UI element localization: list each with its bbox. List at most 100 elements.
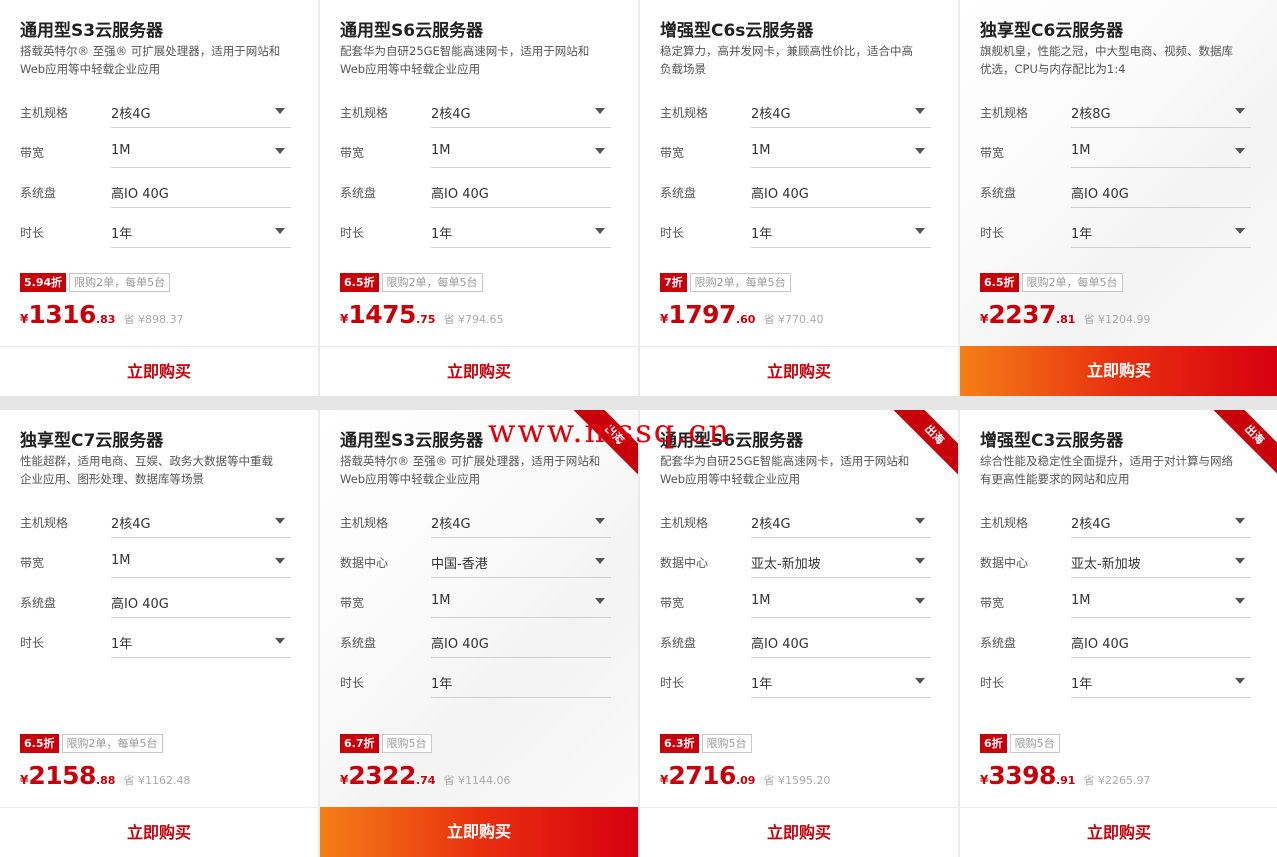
spec-select[interactable]: 2核8G — [1071, 98, 1251, 128]
promo-tags: 5.94折 限购2单，每单5台 — [20, 273, 171, 293]
spec-select[interactable]: 2核4G — [1071, 508, 1251, 538]
spec-select[interactable]: 1年 — [111, 218, 291, 248]
spec-select[interactable]: 1年 — [111, 628, 291, 658]
spec-label: 主机规格 — [660, 516, 709, 530]
spec-row: 系统盘 高IO 40G — [20, 588, 291, 628]
spec-row: 带宽 1M — [340, 138, 611, 178]
promo-tags: 6.7折 限购5台 — [340, 734, 432, 754]
spec-label: 主机规格 — [20, 516, 69, 530]
spec-select[interactable]: 1M — [1071, 138, 1251, 168]
spec-select[interactable]: 1年 — [751, 218, 931, 248]
spec-select[interactable]: 2核4G — [431, 508, 611, 538]
spec-label: 主机规格 — [980, 106, 1029, 120]
spec-label: 时长 — [20, 636, 45, 650]
product-description: 综合性能及稳定性全面提升，适用于对计算与网络有更高性能要求的网站和应用 — [980, 454, 1233, 486]
spec-value: 1M — [111, 553, 131, 568]
spec-value: 1年 — [431, 677, 453, 692]
spec-label: 系统盘 — [340, 186, 377, 200]
price-integer: 2322 — [348, 761, 416, 790]
spec-select[interactable]: 2核4G — [111, 508, 291, 538]
spec-value: 1年 — [431, 227, 453, 242]
savings-text: 省 ¥1162.48 — [123, 774, 191, 787]
spec-select[interactable]: 1M — [751, 138, 931, 168]
buy-now-button[interactable]: 立即购买 — [0, 346, 318, 396]
product-title: 独享型C6云服务器 — [980, 21, 1124, 41]
spec-field: 高IO 40G — [431, 628, 611, 658]
spec-select[interactable]: 2核4G — [751, 98, 931, 128]
spec-row: 带宽 1M — [660, 138, 931, 178]
purchase-limit-badge: 限购2单，每单5台 — [69, 273, 171, 292]
spec-value: 2核4G — [111, 517, 151, 532]
chevron-down-icon — [275, 108, 285, 114]
spec-value: 亚太-新加坡 — [1071, 557, 1141, 572]
spec-select[interactable]: 中国-香港 — [431, 548, 611, 578]
spec-label: 带宽 — [340, 146, 365, 160]
discount-badge: 6.3折 — [660, 734, 699, 753]
product-description: 搭载英特尔® 至强® 可扩展处理器，适用于网站和Web应用等中轻载企业应用 — [20, 44, 281, 76]
buy-now-button[interactable]: 立即购买 — [320, 807, 638, 857]
promo-tags: 6.5折 限购2单，每单5台 — [20, 734, 163, 754]
buy-now-button[interactable]: 立即购买 — [0, 807, 318, 857]
chevron-down-icon — [595, 228, 605, 234]
spec-value: 1年 — [751, 677, 773, 692]
chevron-down-icon — [915, 598, 925, 604]
spec-select[interactable]: 2核4G — [431, 98, 611, 128]
spec-field: 高IO 40G — [1071, 628, 1251, 658]
spec-field: 高IO 40G — [751, 178, 931, 208]
buy-now-button[interactable]: 立即购买 — [960, 346, 1277, 396]
price-decimal: .88 — [95, 774, 116, 787]
spec-value: 2核8G — [1071, 107, 1111, 122]
spec-value: 高IO 40G — [431, 637, 489, 652]
discount-badge: 6.5折 — [340, 273, 379, 292]
spec-select[interactable]: 亚太-新加坡 — [751, 548, 931, 578]
promo-tags: 6.5折 限购2单，每单5台 — [340, 273, 483, 293]
spec-value: 2核4G — [431, 107, 471, 122]
spec-label: 时长 — [340, 226, 365, 240]
spec-select[interactable]: 亚太-新加坡 — [1071, 548, 1251, 578]
spec-select[interactable]: 1年 — [1071, 218, 1251, 248]
spec-label: 时长 — [340, 676, 365, 690]
spec-select[interactable]: 1M — [431, 138, 611, 168]
spec-value: 2核4G — [431, 517, 471, 532]
spec-field: 高IO 40G — [111, 588, 291, 618]
spec-select[interactable]: 1年 — [751, 668, 931, 698]
discount-badge: 6折 — [980, 734, 1007, 753]
spec-select[interactable]: 1M — [111, 138, 291, 168]
product-description: 配套华为自研25GE智能高速网卡，适用于网站和Web应用等中轻载企业应用 — [660, 454, 910, 486]
spec-value: 1M — [751, 143, 771, 158]
spec-row: 系统盘 高IO 40G — [980, 178, 1251, 218]
purchase-limit-badge: 限购2单，每单5台 — [1021, 273, 1123, 292]
chevron-down-icon — [915, 678, 925, 684]
spec-select[interactable]: 1年 — [431, 218, 611, 248]
spec-select[interactable]: 1M — [1071, 588, 1251, 618]
chevron-down-icon — [595, 558, 605, 564]
spec-select[interactable]: 1年 — [1071, 668, 1251, 698]
spec-label: 带宽 — [660, 146, 685, 160]
spec-row: 带宽 1M — [980, 588, 1251, 628]
spec-label: 数据中心 — [340, 556, 389, 570]
spec-field: 高IO 40G — [111, 178, 291, 208]
product-title: 通用型S6云服务器 — [340, 21, 484, 41]
spec-label: 主机规格 — [660, 106, 709, 120]
buy-now-button[interactable]: 立即购买 — [640, 807, 958, 857]
spec-select[interactable]: 2核4G — [111, 98, 291, 128]
chevron-down-icon — [275, 148, 285, 154]
spec-select[interactable]: 1M — [111, 548, 291, 578]
price-decimal: .09 — [735, 774, 756, 787]
spec-select[interactable]: 2核4G — [751, 508, 931, 538]
spec-row: 带宽 1M — [20, 138, 291, 178]
spec-select[interactable]: 1M — [751, 588, 931, 618]
price-integer: 1316 — [28, 300, 96, 329]
product-title: 独享型C7云服务器 — [20, 431, 164, 451]
chevron-down-icon — [1235, 518, 1245, 524]
buy-now-button[interactable]: 立即购买 — [320, 346, 638, 396]
buy-now-button[interactable]: 立即购买 — [960, 807, 1277, 857]
spec-label: 系统盘 — [980, 186, 1017, 200]
spec-value: 2核4G — [751, 517, 791, 532]
spec-label: 带宽 — [980, 146, 1005, 160]
spec-row: 系统盘 高IO 40G — [660, 178, 931, 218]
spec-select[interactable]: 1M — [431, 588, 611, 618]
buy-now-button[interactable]: 立即购买 — [640, 346, 958, 396]
promo-tags: 6.5折 限购2单，每单5台 — [980, 273, 1123, 293]
spec-value: 1M — [111, 143, 131, 158]
